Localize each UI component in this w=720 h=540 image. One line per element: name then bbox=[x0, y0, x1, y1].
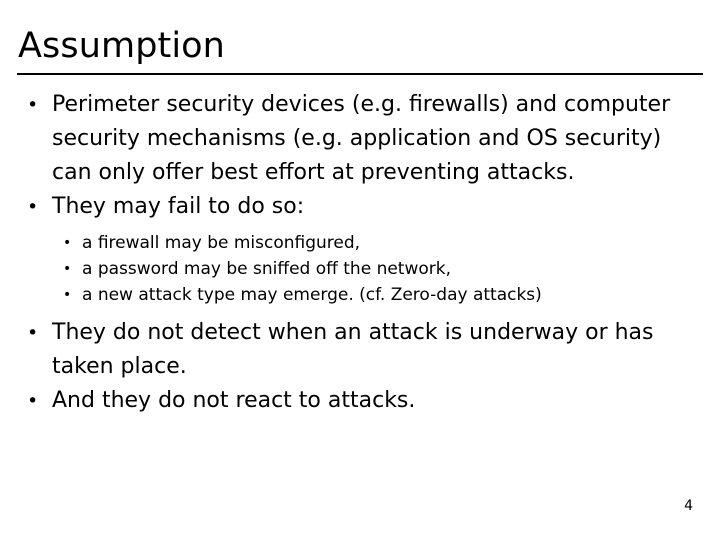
list-item: Perimeter security devices (e.g. firewal… bbox=[0, 88, 720, 190]
sub-bullet-text: a firewall may be misconfigured, bbox=[82, 233, 361, 253]
list-item: They do not detect when an attack is und… bbox=[0, 316, 720, 384]
sub-bullet-list: a firewall may be misconfigured, a passw… bbox=[52, 230, 692, 308]
bullet-text: And they do not react to attacks. bbox=[52, 388, 416, 413]
sub-bullet-text: a password may be sniffed off the networ… bbox=[82, 259, 452, 279]
slide-body: Perimeter security devices (e.g. firewal… bbox=[0, 88, 720, 418]
slide: Assumption Perimeter security devices (e… bbox=[0, 0, 720, 540]
bullet-text: Perimeter security devices (e.g. firewal… bbox=[52, 92, 671, 185]
list-item: a firewall may be misconfigured, bbox=[52, 230, 692, 256]
page-title: Assumption bbox=[18, 26, 225, 66]
sub-bullet-text: a new attack type may emerge. (cf. Zero-… bbox=[82, 285, 542, 305]
bullet-list: Perimeter security devices (e.g. firewal… bbox=[0, 88, 720, 418]
bullet-text: They may fail to do so: bbox=[52, 194, 305, 219]
list-item: They may fail to do so: a firewall may b… bbox=[0, 190, 720, 308]
bullet-text: They do not detect when an attack is und… bbox=[52, 320, 654, 379]
list-item: And they do not react to attacks. bbox=[0, 384, 720, 418]
title-divider bbox=[17, 73, 703, 75]
list-item: a new attack type may emerge. (cf. Zero-… bbox=[52, 282, 692, 308]
list-item: a password may be sniffed off the networ… bbox=[52, 256, 692, 282]
page-number: 4 bbox=[684, 498, 693, 514]
